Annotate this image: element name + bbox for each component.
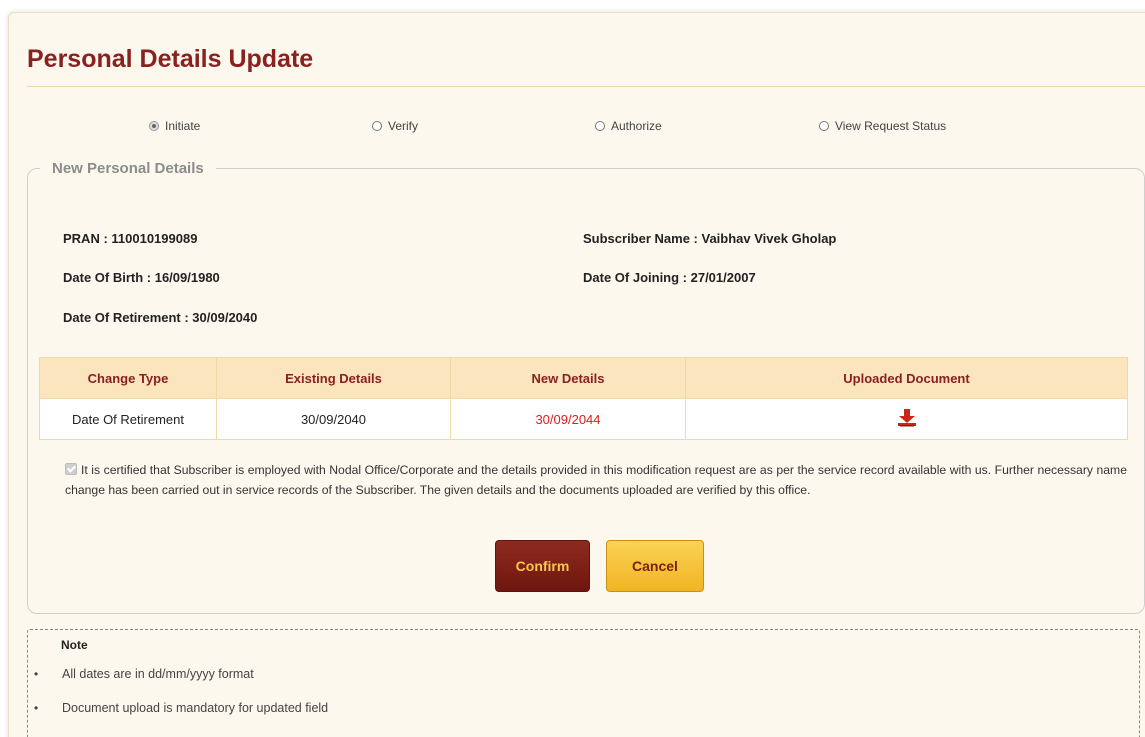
- page-title: Personal Details Update: [27, 45, 314, 73]
- certification-block: It is certified that Subscriber is emplo…: [65, 460, 1127, 500]
- download-icon[interactable]: [896, 408, 918, 431]
- date-of-joining-label: Date Of Joining : 27/01/2007: [583, 270, 756, 285]
- cell-new-details: 30/09/2044: [450, 398, 686, 440]
- note-box: [27, 629, 1140, 737]
- step-authorize-label: Authorize: [611, 119, 662, 133]
- table-header-row: Change Type Existing Details New Details…: [39, 357, 1128, 399]
- page: Personal Details Update Initiate Verify …: [0, 0, 1145, 737]
- change-details-table: Change Type Existing Details New Details…: [39, 357, 1128, 440]
- cell-uploaded-document: [685, 398, 1128, 440]
- note-item-text: All dates are in dd/mm/yyyy format: [62, 667, 254, 681]
- pran-label: PRAN : 110010199089: [63, 231, 198, 246]
- step-initiate[interactable]: Initiate: [149, 119, 200, 133]
- section-legend: New Personal Details: [40, 159, 216, 179]
- certification-text: It is certified that Subscriber is emplo…: [65, 463, 1127, 497]
- date-of-birth-label: Date Of Birth : 16/09/1980: [63, 270, 220, 285]
- step-view-request-status[interactable]: View Request Status: [819, 119, 946, 133]
- cancel-button[interactable]: Cancel: [606, 540, 704, 592]
- header-existing-details: Existing Details: [216, 357, 451, 399]
- cell-change-type: Date Of Retirement: [39, 398, 217, 440]
- cell-existing-details: 30/09/2040: [216, 398, 451, 440]
- title-divider: [27, 86, 1145, 87]
- header-uploaded-document: Uploaded Document: [685, 357, 1128, 399]
- subscriber-name-label: Subscriber Name : Vaibhav Vivek Gholap: [583, 231, 837, 246]
- confirm-button[interactable]: Confirm: [495, 540, 590, 592]
- note-item: • All dates are in dd/mm/yyyy format: [34, 667, 254, 681]
- bullet-icon: •: [34, 667, 39, 681]
- table-row: Date Of Retirement 30/09/2040 30/09/2044: [39, 398, 1128, 440]
- bullet-icon: •: [34, 701, 39, 715]
- step-verify-radio[interactable]: [372, 121, 382, 131]
- step-initiate-radio[interactable]: [149, 121, 159, 131]
- step-authorize[interactable]: Authorize: [595, 119, 662, 133]
- step-verify-label: Verify: [388, 119, 419, 133]
- date-of-retirement-label: Date Of Retirement : 30/09/2040: [63, 310, 258, 325]
- step-view-request-status-label: View Request Status: [835, 119, 947, 133]
- step-verify[interactable]: Verify: [372, 119, 418, 133]
- certification-checkbox[interactable]: [65, 463, 77, 475]
- step-authorize-radio[interactable]: [595, 121, 605, 131]
- step-view-request-status-radio[interactable]: [819, 121, 829, 131]
- header-new-details: New Details: [450, 357, 686, 399]
- note-item-text: Document upload is mandatory for updated…: [62, 701, 329, 715]
- note-title: Note: [61, 638, 88, 652]
- header-change-type: Change Type: [39, 357, 217, 399]
- note-item: • Document upload is mandatory for update…: [34, 701, 328, 715]
- step-initiate-label: Initiate: [165, 119, 201, 133]
